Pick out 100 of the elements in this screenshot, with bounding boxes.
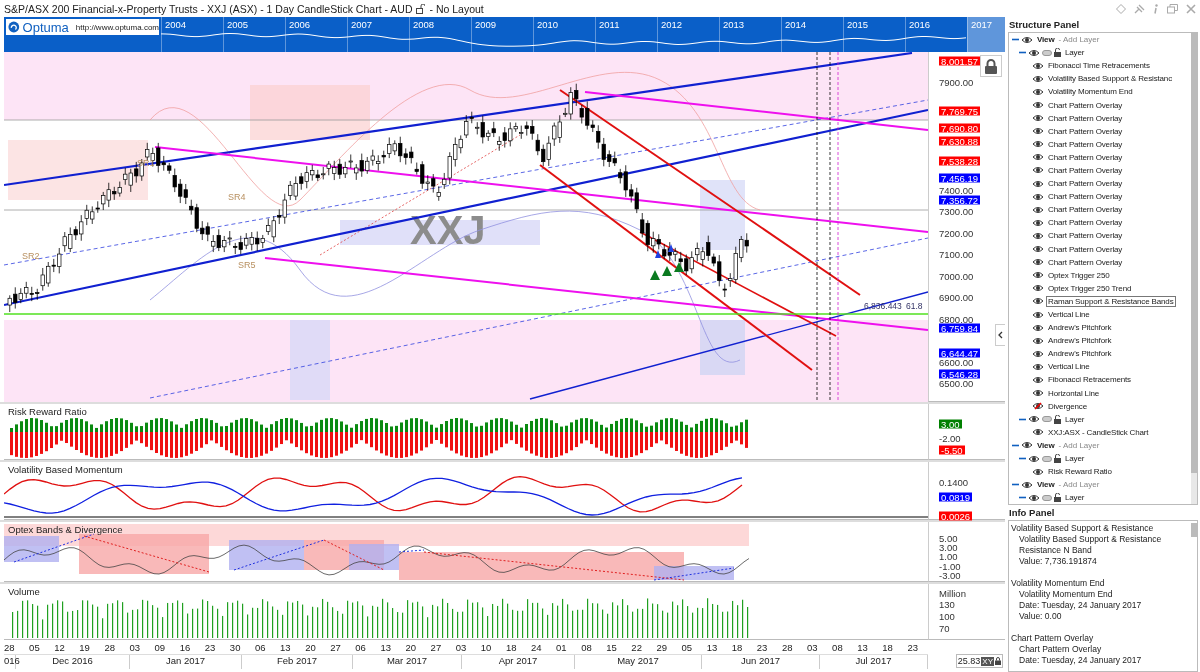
- eye-icon[interactable]: [1032, 310, 1044, 319]
- pane-title: Risk Reward Ratio: [8, 406, 87, 417]
- tree-item[interactable]: Chart Pattern Overlay: [1046, 112, 1125, 124]
- eye-icon[interactable]: [1032, 323, 1044, 332]
- eye-icon[interactable]: [1032, 153, 1044, 162]
- add-layer-link[interactable]: - Add Layer: [1058, 35, 1100, 45]
- eye-icon[interactable]: [1032, 428, 1044, 437]
- eye-icon[interactable]: [1028, 415, 1040, 424]
- tree-item[interactable]: Chart Pattern Overlay: [1046, 165, 1125, 176]
- eye-icon[interactable]: [1032, 349, 1044, 358]
- eye-icon[interactable]: [1032, 101, 1044, 109]
- lock-button[interactable]: [980, 55, 1002, 77]
- eye-icon[interactable]: [1032, 389, 1044, 398]
- eye-icon[interactable]: [1032, 297, 1044, 306]
- tree-item[interactable]: Chart Pattern Overlay: [1046, 138, 1125, 150]
- tree-item[interactable]: Chart Pattern Overlay: [1046, 151, 1125, 163]
- eye-icon[interactable]: [1032, 127, 1044, 136]
- unlock-icon[interactable]: [1054, 454, 1061, 464]
- tree-item[interactable]: Fibonacci Time Retracements: [1046, 60, 1152, 72]
- day-label: 13: [380, 641, 391, 653]
- collapse-button[interactable]: [995, 324, 1005, 346]
- tree-node-label[interactable]: View: [1035, 479, 1057, 491]
- tree-item[interactable]: Risk Reward Ratio: [1046, 466, 1114, 478]
- eye-icon[interactable]: [1032, 87, 1044, 96]
- eye-icon[interactable]: [1032, 271, 1044, 280]
- eye-icon[interactable]: [1028, 493, 1040, 502]
- axis-tick-label: 6500.00: [939, 380, 974, 388]
- tree-item[interactable]: Raman Support & Resistance Bands: [1046, 295, 1176, 307]
- unlock-icon[interactable]: [416, 3, 426, 14]
- eye-icon[interactable]: [1032, 362, 1044, 371]
- eye-icon[interactable]: [1032, 205, 1044, 214]
- tree-node-label[interactable]: Layer: [1063, 413, 1087, 425]
- tree-item[interactable]: Volatility Momentum End: [1046, 86, 1135, 98]
- tree-item[interactable]: Optex Trigger 250 Trend: [1046, 282, 1134, 294]
- unlock-icon[interactable]: [1054, 414, 1061, 424]
- tree-node-label[interactable]: View: [1035, 439, 1057, 451]
- add-layer-link[interactable]: - Add Layer: [1058, 440, 1100, 450]
- eye-icon[interactable]: [1032, 284, 1044, 293]
- signal-arrows: [650, 244, 684, 280]
- tree-item[interactable]: Chart Pattern Overlay: [1046, 243, 1125, 255]
- eye-icon[interactable]: [1032, 336, 1044, 345]
- tree-item[interactable]: Andrew's Pitchfork: [1046, 322, 1114, 334]
- eye-icon[interactable]: [1028, 48, 1040, 57]
- eye-icon[interactable]: [1032, 218, 1044, 227]
- eye-icon[interactable]: [1032, 114, 1044, 123]
- eye-icon[interactable]: [1021, 480, 1033, 489]
- tree-item[interactable]: Chart Pattern Overlay: [1046, 178, 1125, 190]
- tree-item[interactable]: Vertical Line: [1046, 361, 1092, 373]
- eye-icon[interactable]: [1032, 61, 1044, 70]
- eye-icon[interactable]: [1032, 166, 1044, 175]
- tree-node-label[interactable]: Layer: [1063, 47, 1087, 59]
- eye-icon[interactable]: [1032, 179, 1044, 188]
- tree-item[interactable]: Chart Pattern Overlay: [1046, 256, 1125, 268]
- hidden-eye-icon[interactable]: [1032, 402, 1044, 411]
- tree-node-label[interactable]: Layer: [1063, 492, 1087, 504]
- axis-tick-label: 7300.00: [939, 208, 974, 216]
- day-label: 27: [330, 641, 341, 653]
- unlock-icon[interactable]: [1054, 493, 1061, 503]
- tree-item[interactable]: Chart Pattern Overlay: [1046, 99, 1125, 111]
- tree-item[interactable]: Chart Pattern Overlay: [1046, 191, 1125, 203]
- tree-item[interactable]: Chart Pattern Overlay: [1046, 217, 1125, 229]
- eye-icon[interactable]: [1032, 467, 1044, 476]
- tree-node-label[interactable]: Layer: [1063, 453, 1087, 465]
- eye-icon[interactable]: [1021, 35, 1033, 44]
- eye-icon[interactable]: [1032, 231, 1044, 240]
- eye-icon[interactable]: [1032, 74, 1044, 83]
- tree-item[interactable]: Fibonacci Retracements: [1046, 374, 1133, 386]
- tree-item[interactable]: Chart Pattern Overlay: [1046, 125, 1125, 137]
- price-tag: 7,630.88: [939, 136, 980, 146]
- mode-badge[interactable]: XY: [981, 656, 994, 666]
- tree-node-label[interactable]: View: [1035, 34, 1057, 46]
- day-label: 03: [807, 641, 818, 653]
- tree-item[interactable]: Volatility Based Support & Resistanc: [1046, 73, 1174, 85]
- eye-icon[interactable]: [1021, 441, 1033, 450]
- eye-icon[interactable]: [1028, 454, 1040, 463]
- year-label: 2015: [847, 19, 869, 30]
- tree-item[interactable]: Andrew's Pitchfork: [1046, 335, 1114, 347]
- add-layer-link[interactable]: - Add Layer: [1058, 480, 1100, 490]
- eye-icon[interactable]: [1032, 376, 1044, 384]
- eye-icon[interactable]: [1032, 245, 1044, 254]
- eye-icon[interactable]: [1032, 192, 1044, 201]
- price-tag: 7,356.72: [939, 195, 980, 205]
- tree-item[interactable]: Optex Trigger 250: [1046, 269, 1112, 281]
- month-label: Apr 2017: [498, 655, 538, 666]
- unlock-icon[interactable]: [1054, 48, 1061, 58]
- tree-item[interactable]: Chart Pattern Overlay: [1046, 230, 1125, 242]
- lock-icon[interactable]: [995, 657, 1001, 665]
- day-label: 18: [882, 641, 893, 653]
- info-line: Resistance N Band: [1019, 545, 1092, 556]
- tree-item[interactable]: Chart Pattern Overlay: [1046, 204, 1125, 216]
- tree-item[interactable]: Horizontal Line: [1046, 387, 1102, 399]
- eye-icon[interactable]: [1032, 140, 1044, 149]
- tree-item[interactable]: Andrew's Pitchfork: [1046, 348, 1114, 360]
- readout-value: 25.83: [957, 656, 981, 666]
- tree-item[interactable]: Vertical Line: [1046, 309, 1092, 320]
- tree-item[interactable]: XXJ:ASX - CandleStick Chart: [1046, 426, 1151, 438]
- scrollbar[interactable]: [1191, 523, 1197, 538]
- day-label: 18: [731, 641, 743, 653]
- tree-item[interactable]: Divergence: [1046, 400, 1089, 412]
- eye-icon[interactable]: [1032, 258, 1044, 267]
